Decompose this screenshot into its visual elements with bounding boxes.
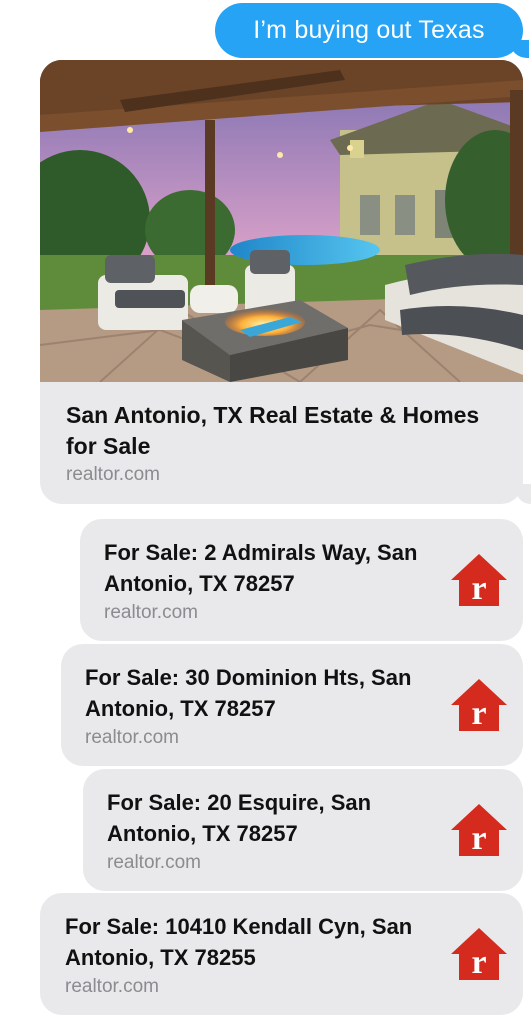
link-preview-domain: realtor.com (66, 464, 160, 485)
link-card-domain: realtor.com (104, 602, 198, 623)
sent-message-text: I’m buying out Texas (253, 16, 485, 44)
realtor-r-logo-icon: r (451, 928, 507, 980)
svg-text:r: r (471, 944, 486, 980)
link-card-title: For Sale: 10410 Kendall Cyn, San Antonio… (65, 914, 413, 970)
link-preview-title: San Antonio, TX Real Estate & Homes for … (66, 402, 480, 459)
svg-text:r: r (471, 570, 486, 606)
link-card-dominion[interactable]: For Sale: 30 Dominion Hts, San Antonio, … (61, 644, 523, 766)
link-card-title: For Sale: 20 Esquire, San Antonio, TX 78… (107, 790, 372, 846)
sent-message-bubble[interactable]: I’m buying out Texas (215, 3, 529, 58)
link-card-domain: realtor.com (65, 976, 159, 997)
link-card-kendall[interactable]: For Sale: 10410 Kendall Cyn, San Antonio… (40, 893, 523, 1015)
link-card-admirals[interactable]: For Sale: 2 Admirals Way, San Antonio, T… (80, 519, 523, 641)
link-card-title: For Sale: 2 Admirals Way, San Antonio, T… (104, 540, 418, 596)
link-card-title: For Sale: 30 Dominion Hts, San Antonio, … (85, 665, 412, 721)
link-card-esquire[interactable]: For Sale: 20 Esquire, San Antonio, TX 78… (83, 769, 523, 891)
svg-text:r: r (471, 820, 486, 856)
realtor-r-logo-icon: r (451, 804, 507, 856)
patio-photo (40, 60, 523, 382)
realtor-r-logo-icon: r (451, 679, 507, 731)
link-card-domain: realtor.com (107, 852, 201, 873)
link-preview-card[interactable]: San Antonio, TX Real Estate & Homes for … (40, 60, 523, 504)
link-card-domain: realtor.com (85, 727, 179, 748)
bubble-tail (517, 484, 531, 504)
svg-text:r: r (471, 695, 486, 731)
realtor-r-logo-icon: r (451, 554, 507, 606)
